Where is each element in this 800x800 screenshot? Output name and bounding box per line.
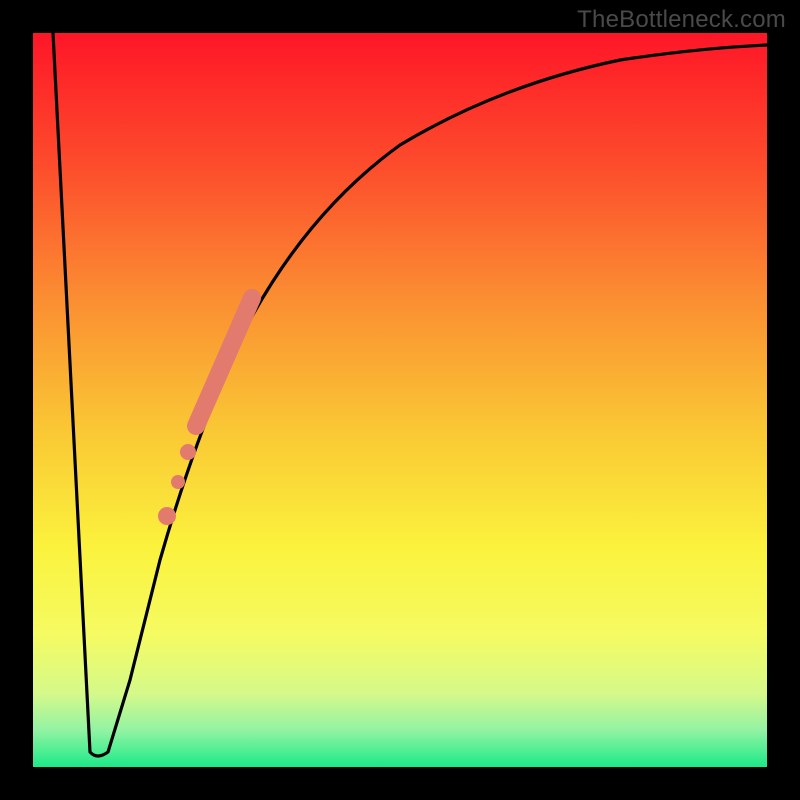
marker-dot [180, 444, 196, 460]
chart-frame: TheBottleneck.com [0, 0, 800, 800]
marker-dot [171, 475, 185, 489]
watermark-text: TheBottleneck.com [577, 6, 786, 34]
marker-dot [158, 507, 176, 525]
chart-svg [0, 0, 800, 800]
plot-area [33, 33, 767, 767]
